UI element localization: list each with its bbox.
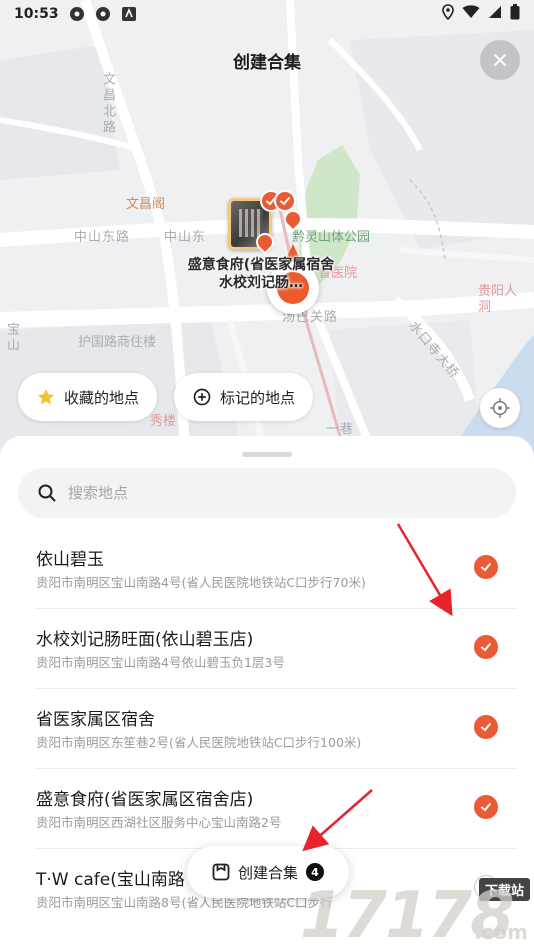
marked-chip-label: 标记的地点	[220, 388, 296, 407]
check-icon	[481, 723, 491, 732]
cluster-label-line: 盛意食府(省医家属宿舍	[187, 257, 335, 273]
search-icon	[38, 484, 56, 502]
status-time: 10:53	[14, 6, 59, 22]
page-title: 创建合集	[233, 53, 301, 73]
create-collection-label: 创建合集	[237, 863, 298, 882]
place-address: 贵阳市南明区宝山南路4号(省人民医院地铁站C口步行70米)	[36, 575, 366, 590]
place-name: 依山碧玉	[36, 550, 104, 570]
road-label: 中山东	[164, 230, 207, 245]
place-name: T·W cafe(宝山南路	[36, 870, 185, 890]
app-notification-icon	[95, 6, 111, 22]
search-input[interactable]	[68, 484, 468, 502]
road-label: 一巷	[326, 422, 355, 437]
search-bar[interactable]	[18, 468, 516, 518]
signal-icon	[488, 5, 502, 23]
favorites-chip-label: 收藏的地点	[64, 388, 140, 407]
check-icon	[481, 803, 491, 812]
watermark-domain: .com	[473, 920, 528, 944]
app-notification-icon	[121, 6, 137, 22]
list-item[interactable]: 水校刘记肠旺面(依山碧玉店) 贵阳市南明区宝山南路4号依山碧玉负1层3号	[36, 609, 516, 689]
status-bar: 10:53	[0, 0, 534, 28]
app-notification-icon	[69, 6, 85, 22]
place-address: 贵阳市南明区西湖社区服务中心宝山南路2号	[36, 815, 282, 830]
close-icon	[494, 54, 506, 66]
cluster-label: 盛意食府(省医家属宿舍 水校刘记肠…	[178, 256, 344, 292]
crosshair-icon	[490, 398, 510, 418]
sheet-drag-handle[interactable]	[242, 452, 292, 457]
road-label: 文昌北路	[100, 72, 115, 136]
place-address: 贵阳市南明区东笙巷2号(省人民医院地铁站C口步行100米)	[36, 735, 362, 750]
checked-checkbox[interactable]	[474, 715, 498, 739]
place-name: 省医家属区宿舍	[36, 710, 155, 730]
check-icon	[481, 563, 491, 572]
list-item[interactable]: 盛意食府(省医家属区宿舍店) 贵阳市南明区西湖社区服务中心宝山南路2号	[36, 769, 516, 849]
list-item[interactable]: 依山碧玉 贵阳市南明区宝山南路4号(省人民医院地铁站C口步行70米)	[36, 529, 516, 609]
road-label: 护国路商住楼	[78, 335, 157, 350]
favorites-chip[interactable]: 收藏的地点	[18, 373, 158, 421]
checked-checkbox[interactable]	[474, 555, 498, 579]
location-status-icon	[442, 4, 454, 24]
watermark-logo: 下载站 17178 .com	[300, 878, 532, 948]
road-label: 宝山	[4, 322, 19, 354]
poi-label: 秀楼	[150, 414, 177, 429]
poi-label: 贵阳人洞	[478, 284, 518, 315]
collection-icon	[212, 863, 230, 881]
poi-label: 文昌阁	[126, 197, 166, 212]
list-item[interactable]: 省医家属区宿舍 贵阳市南明区东笙巷2号(省人民医院地铁站C口步行100米)	[36, 689, 516, 769]
wifi-icon	[462, 5, 480, 23]
marked-chip[interactable]: 标记的地点	[174, 373, 314, 421]
cluster-label-line: 水校刘记肠…	[219, 275, 303, 291]
battery-icon	[510, 4, 520, 24]
place-name: 水校刘记肠旺面(依山碧玉店)	[36, 630, 254, 650]
road-label: 中山东路	[74, 230, 131, 245]
checked-checkbox[interactable]	[474, 635, 498, 659]
checked-checkbox[interactable]	[474, 795, 498, 819]
star-icon	[37, 389, 55, 405]
add-location-icon	[193, 388, 211, 406]
poi-label: 黔灵山体公园	[292, 230, 371, 245]
check-icon	[481, 643, 491, 652]
locate-button[interactable]	[480, 388, 520, 428]
place-address: 贵阳市南明区宝山南路4号依山碧玉负1层3号	[36, 655, 285, 670]
place-name: 盛意食府(省医家属区宿舍店)	[36, 790, 254, 810]
close-button[interactable]	[480, 40, 520, 80]
